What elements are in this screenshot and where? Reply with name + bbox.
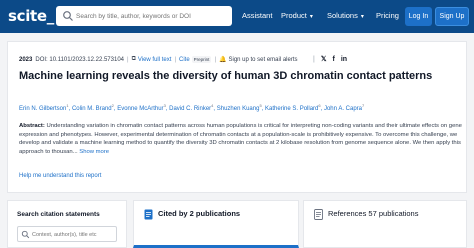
citation-search-input[interactable] xyxy=(32,229,114,240)
social-share: | 𝕏 f in xyxy=(313,55,347,64)
author-link[interactable]: Colin M. Brand xyxy=(72,106,112,112)
author-link[interactable]: Evonne McArthur xyxy=(117,106,163,112)
author-link[interactable]: Katherine S. Pollard xyxy=(265,106,318,112)
scite-logo[interactable]: scite_ xyxy=(8,7,54,25)
login-button[interactable]: Log In xyxy=(405,7,432,26)
view-full-text-link[interactable]: View full text xyxy=(138,57,172,63)
search-icon xyxy=(63,11,73,21)
nav-product-label: Product xyxy=(281,11,307,20)
cite-link[interactable]: Cite xyxy=(179,57,190,63)
author-sup: 7 xyxy=(362,103,365,108)
paper-title: Machine learning reveals the diversity o… xyxy=(19,70,433,82)
chevron-down-icon: ▾ xyxy=(360,14,364,20)
chevron-down-icon: ▾ xyxy=(309,14,313,20)
nav-assistant-label: Assistant xyxy=(242,11,273,20)
author-sup: 4 xyxy=(211,103,214,108)
divider: | xyxy=(127,56,129,63)
search-box[interactable] xyxy=(56,6,232,26)
linkedin-icon[interactable]: in xyxy=(341,56,347,63)
author-sup: 6 xyxy=(318,103,321,108)
paper-card: 2023 DOI: 10.1101/2023.12.22.573104 | ⧉ … xyxy=(7,41,467,193)
author-list: Erin N. Gilbertson1, Colin M. Brand2, Ev… xyxy=(19,103,365,112)
signup-button[interactable]: Sign Up xyxy=(435,7,469,26)
preprint-badge: Preprint xyxy=(191,56,212,63)
citation-search-field[interactable] xyxy=(17,226,117,242)
author-link[interactable]: John A. Capra xyxy=(324,106,362,112)
nav-product[interactable]: Product ▾ xyxy=(281,11,313,20)
divider: | xyxy=(214,56,216,63)
twitter-icon[interactable]: 𝕏 xyxy=(321,55,327,63)
tab-references[interactable]: References 57 publications xyxy=(303,200,467,248)
nav-solutions[interactable]: Solutions ▾ xyxy=(327,11,364,20)
email-alert-link[interactable]: Sign up to set email alerts xyxy=(228,57,297,63)
citation-search-panel: Search citation statements xyxy=(7,200,127,248)
divider: | xyxy=(174,56,176,63)
author-link[interactable]: Erin N. Gilbertson xyxy=(19,106,66,112)
paper-doi: DOI: 10.1101/2023.12.22.573104 xyxy=(35,56,124,63)
tab-cited-by[interactable]: Cited by 2 publications xyxy=(133,200,299,248)
paper-meta: 2023 DOI: 10.1101/2023.12.22.573104 | ⧉ … xyxy=(19,56,298,63)
author-sup: 3 xyxy=(163,103,166,108)
facebook-icon[interactable]: f xyxy=(332,56,334,63)
abstract: Abstract: Understanding variation in chr… xyxy=(19,122,464,156)
document-icon xyxy=(314,209,323,220)
nav-solutions-label: Solutions xyxy=(327,11,358,20)
tab-cited-by-label: Cited by 2 publications xyxy=(158,209,241,218)
show-more-link[interactable]: Show more xyxy=(79,149,109,155)
search-input[interactable] xyxy=(76,8,228,24)
divider: | xyxy=(313,55,315,63)
external-link-icon: ⧉ xyxy=(131,56,136,62)
nav-pricing-label: Pricing xyxy=(376,11,399,20)
abstract-label: Abstract: xyxy=(19,123,45,129)
search-icon xyxy=(21,230,30,239)
author-link[interactable]: David C. Rinker xyxy=(169,106,211,112)
nav-assistant[interactable]: Assistant xyxy=(242,11,272,20)
document-icon xyxy=(144,209,153,220)
author-link[interactable]: Shuzhen Kuang xyxy=(217,106,260,112)
author-sup: 2 xyxy=(111,103,114,108)
nav-pricing[interactable]: Pricing xyxy=(376,11,399,20)
help-understand-link[interactable]: Help me understand this report xyxy=(19,173,101,179)
author-sup: 1 xyxy=(66,103,69,108)
author-sup: 5 xyxy=(259,103,262,108)
top-nav: scite_ Assistant Product▾ Solutions▾ Pri… xyxy=(0,0,474,33)
citation-search-label: Search citation statements xyxy=(17,211,100,218)
paper-year: 2023 xyxy=(19,56,33,63)
tab-references-label: References 57 publications xyxy=(328,209,419,218)
bell-icon: 🔔 xyxy=(219,57,227,63)
